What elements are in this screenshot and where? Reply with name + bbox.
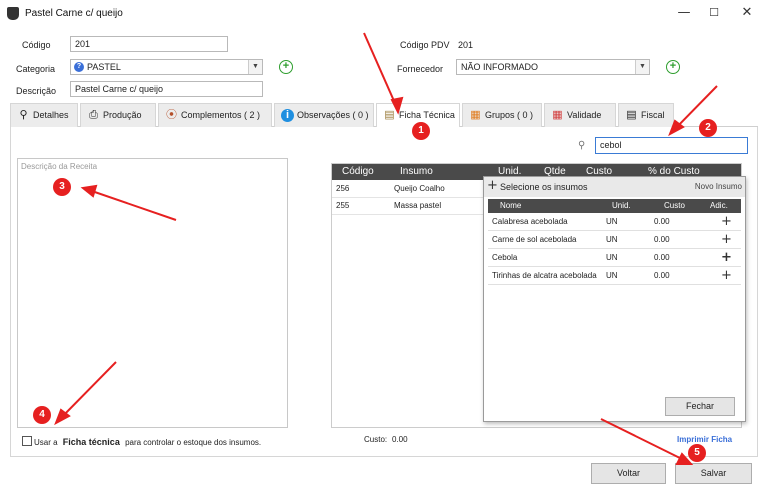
annotation-badge-4: 4 xyxy=(33,406,51,424)
annotation-badge-1: 1 xyxy=(412,122,430,140)
annotation-badge-3: 3 xyxy=(53,178,71,196)
annotation-badge-5: 5 xyxy=(688,444,706,462)
arrow-4-line xyxy=(57,361,117,422)
arrow-1-line xyxy=(363,32,399,111)
arrow-5-line xyxy=(600,418,689,463)
annotation-badge-2: 2 xyxy=(699,119,717,137)
annotation-arrows xyxy=(54,32,718,465)
arrow-3-line xyxy=(85,188,177,221)
arrow-1-head xyxy=(390,96,404,115)
arrow-3-head xyxy=(80,184,98,198)
